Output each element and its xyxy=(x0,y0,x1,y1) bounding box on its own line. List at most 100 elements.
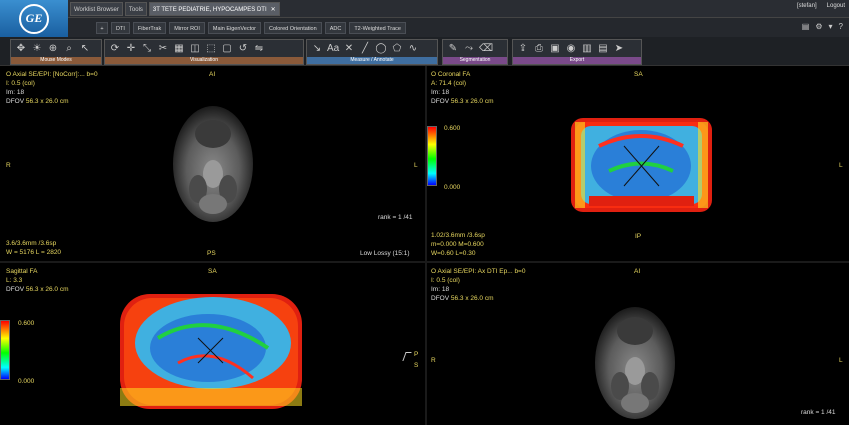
line-icon[interactable]: ╱ xyxy=(359,43,371,55)
viewport-sagittal-fa[interactable]: Sagittal FA L: 3.3 DFOV 56.3 x 26.0 cm S… xyxy=(0,263,425,425)
image-number: Im: 18 xyxy=(6,89,25,96)
subtab-dti[interactable]: DTI xyxy=(111,22,130,34)
slice-thickness: 3.6/3.6mm /3.6sp xyxy=(6,240,57,247)
polygon-icon[interactable]: ⬠ xyxy=(391,43,403,55)
help-icon[interactable]: ? xyxy=(839,22,843,31)
ellipse-icon[interactable]: ◯ xyxy=(375,43,387,55)
cube-icon[interactable]: ⬚ xyxy=(205,43,217,55)
reset-icon[interactable]: ↺ xyxy=(237,43,249,55)
subtab-fibertrak[interactable]: FiberTrak xyxy=(132,22,167,34)
film-icon[interactable]: ▥ xyxy=(581,43,593,55)
measure-icon[interactable]: ⤡ xyxy=(141,43,153,55)
add-tab-button[interactable]: + xyxy=(96,22,108,34)
gear-icon[interactable]: ⚙ xyxy=(815,22,822,31)
series-description: O Coronal FA xyxy=(431,71,471,78)
tab-tools[interactable]: Tools xyxy=(124,2,147,16)
dfov-value: 56.3 x 26.0 cm xyxy=(450,98,494,105)
layers-icon[interactable]: ◫ xyxy=(189,43,201,55)
close-icon[interactable]: ✕ xyxy=(271,7,276,13)
save-icon[interactable]: ▣ xyxy=(549,43,561,55)
send-icon[interactable]: ➤ xyxy=(613,43,625,55)
series-description: O Axial SE/EPI: Ax DTI Ep... b=0 xyxy=(431,268,526,275)
protocol-bar: + DTI FiberTrak Mirror ROI Main EigenVec… xyxy=(68,17,849,37)
eraser-icon[interactable]: ⌫ xyxy=(479,43,493,55)
box-icon[interactable]: ▢ xyxy=(221,43,233,55)
move-icon[interactable]: ✥ xyxy=(15,43,27,55)
cross-icon[interactable]: ✕ xyxy=(343,43,355,55)
mouse-cursor xyxy=(402,352,412,361)
crosshair-icon[interactable]: ✛ xyxy=(125,43,137,55)
orientation-left: R xyxy=(6,162,11,169)
dfov-value: 56.3 x 26.0 cm xyxy=(25,98,69,105)
dfov: DFOV 56.3 x 26.0 cm xyxy=(6,98,69,106)
group-visualization: ⟳ ✛ ⤡ ✂ ▦ ◫ ⬚ ▢ ↺ ⇋ Visualization xyxy=(104,39,304,65)
camera-icon[interactable]: ◉ xyxy=(565,43,577,55)
subtab-mirror-roi[interactable]: Mirror ROI xyxy=(169,22,205,34)
subtab-adc[interactable]: ADC xyxy=(324,22,347,34)
group-mouse-modes: ✥ ☀ ⊕ ⌕ ↖ Mouse Modes xyxy=(10,39,102,65)
dfov: DFOV 56.3 x 26.0 cm xyxy=(6,286,69,294)
pointer-icon[interactable]: ↖ xyxy=(79,43,91,55)
group-segmentation: ✎ ⤳ ⌫ Segmentation xyxy=(442,39,508,65)
toolbar: ✥ ☀ ⊕ ⌕ ↖ Mouse Modes ⟳ ✛ ⤡ ✂ ▦ ◫ ⬚ ▢ ↺ … xyxy=(0,37,849,66)
orientation-left: R xyxy=(431,357,436,364)
orientation-right-p: P xyxy=(414,351,419,358)
brush-icon[interactable]: ✎ xyxy=(447,43,459,55)
axial-brain-image xyxy=(173,106,253,222)
subtab-colored-orientation[interactable]: Colored Orientation xyxy=(263,22,322,34)
print-icon[interactable]: ⎙ xyxy=(533,43,545,55)
subtab-t2-weighted-trace[interactable]: T2-Weighted Trace xyxy=(349,22,406,34)
grid-icon[interactable]: ▦ xyxy=(173,43,185,55)
zoom-icon[interactable]: ⊕ xyxy=(47,43,59,55)
rotate-icon[interactable]: ⟳ xyxy=(109,43,121,55)
arrow-icon[interactable]: ↘ xyxy=(311,43,323,55)
text-icon[interactable]: Aa xyxy=(327,43,339,55)
curve-icon[interactable]: ∿ xyxy=(407,43,419,55)
rank-label: rank = 1 /41 xyxy=(801,409,836,416)
group-label: Segmentation xyxy=(443,57,507,64)
window-level: W = 5176 L = 2820 xyxy=(6,249,62,256)
viewport-axial-top-left[interactable]: O Axial SE/EPI: [NoCorr]:... b=0 I: 0.5 … xyxy=(0,66,425,261)
group-label: Mouse Modes xyxy=(11,57,101,64)
layout-icon[interactable]: ▤ xyxy=(802,22,810,31)
image-number: Im: 18 xyxy=(431,286,450,293)
min-max: m=0.000 M=0.600 xyxy=(431,241,484,248)
title-bar: Worklist Browser Tools 3T TETE PEDIATRIE… xyxy=(0,0,849,17)
user-label: [stefan] xyxy=(796,3,817,9)
dfov: DFOV 56.3 x 26.0 cm xyxy=(431,98,494,106)
tab-patient-label: 3T TETE PEDIATRIE, HYPOCAMPES DTI xyxy=(152,7,267,13)
orientation-top: SA xyxy=(634,71,643,78)
series-description: O Axial SE/EPI: [NoCorr]:... b=0 xyxy=(6,71,98,78)
segment-icon[interactable]: ⤳ xyxy=(463,43,475,55)
rank-label: rank = 1 /41 xyxy=(378,214,413,221)
orientation-right: L xyxy=(414,162,418,169)
group-export: ⇪ ⎙ ▣ ◉ ▥ ▤ ➤ Export xyxy=(512,39,642,65)
scissors-icon[interactable]: ✂ xyxy=(157,43,169,55)
group-measure-annotate: ↘ Aa ✕ ╱ ◯ ⬠ ∿ Measure / Annotate xyxy=(306,39,438,65)
search-icon[interactable]: ⌕ xyxy=(63,43,75,55)
ge-logo: GE xyxy=(0,0,68,37)
image-location: L: 3.3 xyxy=(6,277,23,284)
group-label: Visualization xyxy=(105,57,303,64)
subtab-main-eigenvector[interactable]: Main EigenVector xyxy=(207,22,261,34)
orientation-top: SA xyxy=(208,268,217,275)
brightness-icon[interactable]: ☀ xyxy=(31,43,43,55)
axial-brain-image xyxy=(595,307,675,419)
group-label: Export xyxy=(513,57,641,64)
dfov-value: 56.3 x 26.0 cm xyxy=(450,295,494,302)
orientation-top: AI xyxy=(209,71,216,78)
viewport-axial-bottom-right[interactable]: O Axial SE/EPI: Ax DTI Ep... b=0 I: 0.5 … xyxy=(427,263,849,425)
export-icon[interactable]: ⇪ xyxy=(517,43,529,55)
window-level: W=0.60 L=0.30 xyxy=(431,250,476,257)
tab-patient-dti[interactable]: 3T TETE PEDIATRIE, HYPOCAMPES DTI ✕ xyxy=(148,2,280,16)
tab-worklist-browser[interactable]: Worklist Browser xyxy=(70,2,123,16)
flip-icon[interactable]: ⇋ xyxy=(253,43,265,55)
orientation-right: L xyxy=(839,357,843,364)
viewport-coronal-fa[interactable]: O Coronal FA A: 71.4 (col) Im: 18 DFOV 5… xyxy=(427,66,849,261)
color-scale-bar xyxy=(0,320,10,380)
dfov-value: 56.3 x 26.0 cm xyxy=(25,286,69,293)
report-icon[interactable]: ▤ xyxy=(597,43,609,55)
dfov-label: DFOV xyxy=(6,98,25,105)
logout-link[interactable]: Logout xyxy=(827,3,845,9)
chevron-down-icon[interactable]: ▾ xyxy=(829,22,833,31)
